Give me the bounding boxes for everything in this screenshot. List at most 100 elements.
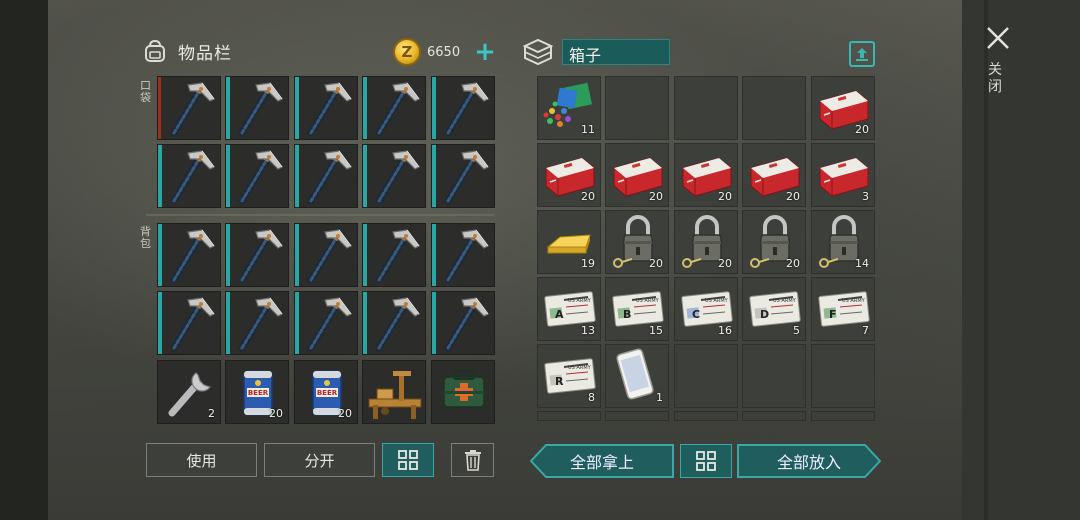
pickaxe-slot[interactable] (362, 223, 426, 287)
beer-slot[interactable]: BEER 20 (225, 360, 289, 424)
empty-slot[interactable] (605, 411, 669, 421)
backpack-label: 背包 (140, 225, 151, 250)
item-count: 20 (649, 190, 663, 203)
item-count: 14 (855, 257, 869, 270)
wrench-slot[interactable]: 2 (157, 360, 221, 424)
empty-slot[interactable] (811, 344, 875, 408)
pickaxe-slot[interactable] (362, 291, 426, 355)
coin-balance: Z 6650 + (393, 38, 496, 66)
empty-slot[interactable] (674, 76, 738, 140)
gems-slot[interactable]: 11 (537, 76, 601, 140)
empty-slot[interactable] (742, 411, 806, 421)
sort-inventory-button[interactable] (382, 443, 434, 477)
pickaxe-slot[interactable] (431, 223, 495, 287)
pickaxe-slot[interactable] (431, 144, 495, 208)
item-count: 20 (269, 407, 283, 420)
coin-amount: 6650 (427, 44, 461, 60)
lock-slot[interactable]: 20 (674, 210, 738, 274)
item-count: 16 (718, 324, 732, 337)
lock-slot[interactable]: 14 (811, 210, 875, 274)
meds-slot[interactable]: 20 (674, 143, 738, 207)
pickaxe-slot[interactable] (431, 291, 495, 355)
inventory-title: 物品栏 (178, 43, 232, 64)
svg-text:US ARMY: US ARMY (568, 298, 592, 304)
pickaxe-slot[interactable] (157, 76, 221, 140)
container-name-field[interactable]: 箱子 (562, 39, 670, 65)
pickaxe-slot[interactable] (362, 76, 426, 140)
grid-icon (398, 450, 418, 470)
gold-slot[interactable]: 19 (537, 210, 601, 274)
upload-icon (856, 48, 868, 61)
svg-text:R: R (555, 375, 564, 388)
workbench-slot[interactable] (362, 360, 426, 424)
pickaxe-slot[interactable] (294, 223, 358, 287)
item-count: 20 (649, 257, 663, 270)
meds-slot[interactable]: 20 (537, 143, 601, 207)
take-all-label: 全部拿上 (569, 453, 634, 472)
meds-slot[interactable]: 20 (742, 143, 806, 207)
item-count: 20 (855, 123, 869, 136)
pickaxe-slot[interactable] (431, 76, 495, 140)
delete-button[interactable] (451, 443, 494, 477)
empty-slot[interactable] (811, 411, 875, 421)
svg-text:US ARMY: US ARMY (568, 365, 592, 371)
pickaxe-slot[interactable] (225, 223, 289, 287)
put-all-label: 全部放入 (776, 453, 841, 472)
card-slot[interactable]: D US ARMY 5 (742, 277, 806, 341)
pickaxe-slot[interactable] (157, 223, 221, 287)
card-slot[interactable]: R US ARMY 8 (537, 344, 601, 408)
put-all-button[interactable]: 全部放入 (737, 444, 881, 478)
lock-slot[interactable]: 20 (605, 210, 669, 274)
beer-slot[interactable]: BEER 20 (294, 360, 358, 424)
item-count: 3 (862, 190, 869, 203)
coin-icon: Z (393, 38, 421, 66)
item-count: 20 (786, 257, 800, 270)
item-count: 8 (588, 391, 595, 404)
pickaxe-slot[interactable] (362, 144, 426, 208)
close-icon[interactable] (984, 24, 1012, 52)
pickaxe-slot[interactable] (225, 76, 289, 140)
empty-slot[interactable] (537, 411, 601, 421)
upload-button[interactable] (849, 41, 875, 67)
pickaxe-slot[interactable] (294, 144, 358, 208)
close-label[interactable]: 关闭 (988, 62, 1006, 96)
use-button[interactable]: 使用 (146, 443, 257, 477)
card-slot[interactable]: F US ARMY 7 (811, 277, 875, 341)
item-count: 2 (208, 407, 215, 420)
backpack-icon (145, 39, 165, 62)
add-coins-button[interactable]: + (474, 39, 496, 65)
item-count: 20 (338, 407, 352, 420)
pickaxe-slot[interactable] (225, 291, 289, 355)
svg-text:D: D (760, 308, 769, 321)
pickaxe-slot[interactable] (157, 144, 221, 208)
item-count: 20 (786, 190, 800, 203)
card-slot[interactable]: A US ARMY 13 (537, 277, 601, 341)
svg-text:US ARMY: US ARMY (636, 298, 660, 304)
medkit-slot[interactable] (431, 360, 495, 424)
phone-slot[interactable]: 1 (605, 344, 669, 408)
game-screen: 物品栏 Z 6650 + 口袋 背包 2 BEER 20 BEER 20 箱子 … (0, 0, 1080, 520)
item-count: 5 (793, 324, 800, 337)
empty-slot[interactable] (742, 344, 806, 408)
split-button[interactable]: 分开 (264, 443, 375, 477)
pickaxe-slot[interactable] (294, 76, 358, 140)
pickaxe-slot[interactable] (225, 144, 289, 208)
sort-container-button[interactable] (680, 444, 732, 478)
meds-slot[interactable]: 3 (811, 143, 875, 207)
meds-slot[interactable]: 20 (811, 76, 875, 140)
card-slot[interactable]: B US ARMY 15 (605, 277, 669, 341)
meds-slot[interactable]: 20 (605, 143, 669, 207)
lock-slot[interactable]: 20 (742, 210, 806, 274)
trash-icon (464, 450, 481, 471)
pickaxe-slot[interactable] (294, 291, 358, 355)
item-count: 7 (862, 324, 869, 337)
take-all-button[interactable]: 全部拿上 (530, 444, 674, 478)
left-bar (0, 0, 48, 520)
card-slot[interactable]: C US ARMY 16 (674, 277, 738, 341)
empty-slot[interactable] (742, 76, 806, 140)
empty-slot[interactable] (605, 76, 669, 140)
pickaxe-slot[interactable] (157, 291, 221, 355)
empty-slot[interactable] (674, 344, 738, 408)
item-count: 19 (581, 257, 595, 270)
empty-slot[interactable] (674, 411, 738, 421)
